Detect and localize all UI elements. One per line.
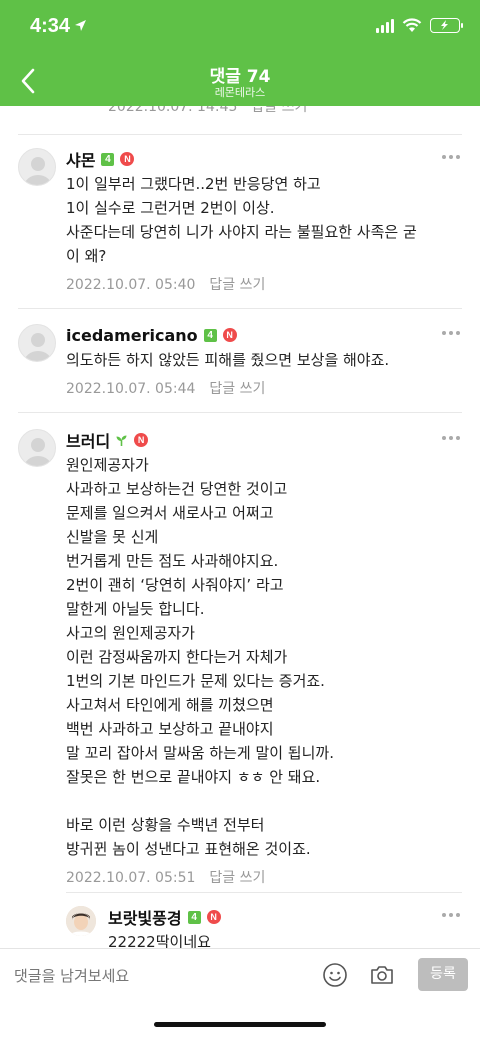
comment-date: 2022.10.07. 05:40 — [66, 277, 196, 293]
comment-author[interactable]: 브러디 — [66, 428, 110, 452]
comment-compose-bar: 댓글을 남겨보세요 등록 — [0, 948, 480, 1039]
comment-line: 원인제공자가 — [66, 456, 149, 474]
previous-comment-meta: 2022.10.07. 14:45 답글 쓰기 — [108, 106, 307, 116]
comment-line: 백번 사과하고 보상하고 끝내야지 — [66, 720, 274, 738]
avatar[interactable] — [66, 906, 96, 936]
default-avatar-icon — [24, 438, 52, 466]
comment-line: 사고쳐서 타인에게 해를 끼쳤으면 — [66, 696, 274, 714]
more-options-icon[interactable] — [442, 328, 462, 338]
camera-icon[interactable] — [369, 962, 395, 988]
comment-line: 문제를 일으켜서 새로사고 어쩌고 — [66, 504, 274, 522]
comment-line: 이런 감정싸움까지 한다는거 자체가 — [66, 648, 288, 666]
comment-line: 의도하든 하지 않았든 피해를 줬으면 보상을 해야죠. — [66, 351, 390, 369]
comment-line: 22222딱이네요 — [108, 933, 211, 948]
comment-line: 번거롭게 만든 점도 사과해야지요. — [66, 552, 279, 570]
status-icons — [376, 18, 463, 33]
comment-line: 잘못은 한 번으로 끝내야지 ㅎㅎ 안 돼요. — [66, 768, 321, 786]
reply-button[interactable]: 답글 쓰기 — [209, 870, 265, 886]
new-badge: N — [134, 433, 149, 447]
comment-line: 말한게 아닐듯 합니다. — [66, 600, 205, 618]
comment-line: 1이 일부러 그랬다면..2번 반응당연 하고 — [66, 175, 321, 193]
comment-line: 신발을 못 신게 — [66, 528, 159, 546]
cafe-name: 레몬테라스 — [214, 86, 266, 99]
sprout-icon — [116, 435, 127, 446]
level-badge: 4 — [187, 910, 201, 924]
comment-line: 방귀뀐 놈이 성낸다고 표현해온 것이죠. — [66, 840, 311, 858]
home-indicator[interactable] — [154, 1022, 326, 1027]
reply-button[interactable]: 답글 쓰기 — [209, 381, 265, 397]
comment-input[interactable]: 댓글을 남겨보세요 — [14, 965, 129, 986]
app-header: 4:34 댓글 74 레몬테라스 — [0, 0, 480, 106]
comment-line: 1번의 기본 마인드가 문제 있다는 증거죠. — [66, 672, 325, 690]
comment-text: 원인제공자가 사과하고 보상하는건 당연한 것이고 문제를 일으켜서 새로사고 … — [66, 453, 440, 861]
level-badge: 4 — [203, 328, 217, 342]
comment-line: 바로 이런 상황을 수백년 전부터 — [66, 816, 265, 834]
battery-charging-icon — [430, 18, 463, 33]
reply-button[interactable]: 답글 쓰기 — [251, 106, 307, 115]
wifi-icon — [402, 18, 422, 32]
default-avatar-icon — [24, 333, 52, 361]
comment-list[interactable]: 2022.10.07. 14:45 답글 쓰기 샤몬 4 N 1이 일부러 그랬다… — [0, 106, 480, 948]
comment-text: 1이 일부러 그랬다면..2번 반응당연 하고 1이 실수로 그런거면 2번이 … — [66, 172, 440, 268]
reply-button[interactable]: 답글 쓰기 — [209, 277, 265, 293]
avatar[interactable] — [18, 324, 56, 362]
comment-date: 2022.10.07. 05:44 — [66, 381, 196, 397]
more-options-icon[interactable] — [442, 433, 462, 443]
submit-button[interactable]: 등록 — [418, 958, 468, 991]
new-badge: N — [222, 328, 237, 342]
comment-line: 2번이 괜히 ‘당연히 사줘야지’ 라고 — [66, 576, 284, 594]
new-badge: N — [120, 152, 135, 166]
divider — [18, 134, 462, 135]
comment-date: 2022.10.07. 14:45 — [108, 106, 238, 115]
avatar[interactable] — [18, 429, 56, 467]
comment-line: 말 꼬리 잡아서 말싸움 하는게 말이 됩니까. — [66, 744, 334, 762]
comment-line: 사고의 원인제공자가 — [66, 624, 195, 642]
more-options-icon[interactable] — [442, 910, 462, 920]
default-avatar-icon — [24, 157, 52, 185]
new-badge: N — [206, 910, 221, 924]
comment-date: 2022.10.07. 05:51 — [66, 870, 196, 886]
profile-photo-icon — [66, 906, 96, 936]
comment-line: 사과하고 보상하는건 당연한 것이고 — [66, 480, 288, 498]
comment-line: 1이 실수로 그런거면 2번이 이상. — [66, 199, 275, 217]
divider — [66, 892, 462, 893]
level-badge: 4 — [101, 152, 115, 166]
comment-author[interactable]: 보랏빛풍경 — [108, 905, 182, 929]
status-time: 4:34 — [30, 15, 71, 37]
location-arrow-icon — [75, 20, 86, 31]
comment-line: 사준다는데 당연히 니가 사야지 라는 불필요한 사족은 굳 — [66, 223, 417, 241]
avatar[interactable] — [18, 148, 56, 186]
comment-author[interactable]: icedamericano — [66, 326, 198, 345]
emoji-icon[interactable] — [322, 962, 348, 988]
comment-line — [66, 789, 440, 813]
comment-text: 22222딱이네요 — [108, 930, 440, 948]
divider — [18, 412, 462, 413]
comment-text: 의도하든 하지 않았든 피해를 줬으면 보상을 해야죠. — [66, 348, 440, 372]
more-options-icon[interactable] — [442, 152, 462, 162]
comment-line: 이 왜? — [66, 247, 107, 265]
comment-author[interactable]: 샤몬 — [66, 147, 95, 171]
divider — [18, 308, 462, 309]
cellular-signal-icon — [376, 18, 394, 33]
